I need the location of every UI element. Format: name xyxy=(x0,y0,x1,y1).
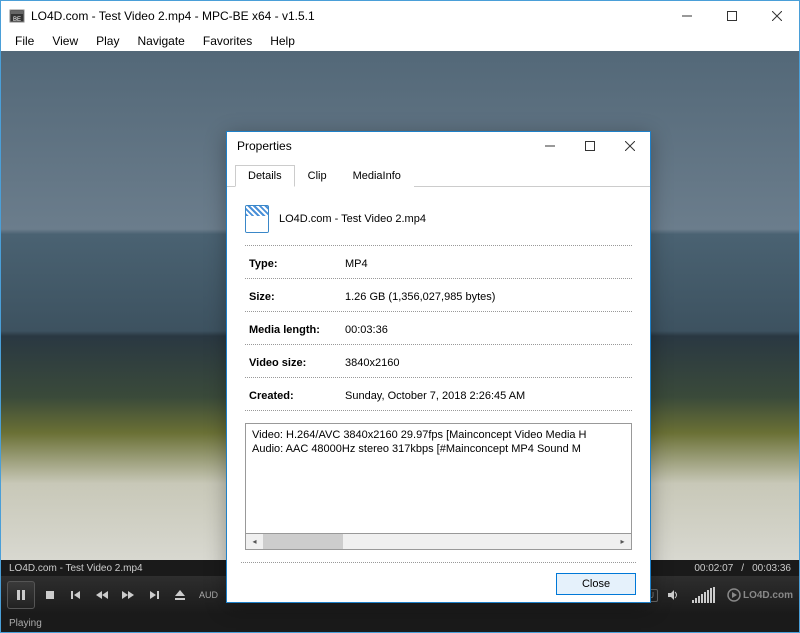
prop-value-size: 1.26 GB (1,356,027,985 bytes) xyxy=(341,285,632,309)
prop-value-video-size: 3840x2160 xyxy=(341,351,632,375)
tab-clip[interactable]: Clip xyxy=(295,165,340,187)
menu-navigate[interactable]: Navigate xyxy=(129,32,192,50)
window-title: LO4D.com - Test Video 2.mp4 - MPC-BE x64… xyxy=(31,9,664,23)
codec-horizontal-scrollbar[interactable]: ◂ ▸ xyxy=(245,533,632,550)
minimize-button[interactable] xyxy=(664,1,709,31)
skip-back-button[interactable] xyxy=(91,584,113,606)
dialog-titlebar[interactable]: Properties xyxy=(227,132,650,160)
codec-video-line: Video: H.264/AVC 3840x2160 29.97fps [Mai… xyxy=(250,428,627,442)
video-file-icon xyxy=(245,205,269,233)
playing-status: Playing xyxy=(9,618,42,629)
menu-view[interactable]: View xyxy=(44,32,86,50)
properties-dialog: Properties Details Clip MediaInfo LO4D.c… xyxy=(226,131,651,603)
dialog-close-ok-button[interactable]: Close xyxy=(556,573,636,595)
menu-play[interactable]: Play xyxy=(88,32,127,50)
dialog-maximize-button[interactable] xyxy=(570,132,610,160)
prop-row-media-length: Media length: 00:03:36 xyxy=(245,318,632,342)
next-button[interactable] xyxy=(143,584,165,606)
scroll-right-icon[interactable]: ▸ xyxy=(614,534,631,549)
menu-help[interactable]: Help xyxy=(262,32,303,50)
status-current-time: 00:02:07 xyxy=(694,563,733,574)
prop-label-video-size: Video size: xyxy=(245,351,341,375)
scroll-thumb[interactable] xyxy=(263,534,343,549)
scroll-left-icon[interactable]: ◂ xyxy=(246,534,263,549)
app-icon: BE xyxy=(9,8,25,24)
codec-audio-line: Audio: AAC 48000Hz stereo 317kbps [#Main… xyxy=(250,442,627,456)
dialog-filename: LO4D.com - Test Video 2.mp4 xyxy=(279,213,426,225)
menu-favorites[interactable]: Favorites xyxy=(195,32,260,50)
tab-details[interactable]: Details xyxy=(235,165,295,187)
lo4d-text: LO4D.com xyxy=(743,590,793,601)
speaker-icon[interactable] xyxy=(662,584,684,606)
close-button[interactable] xyxy=(754,1,799,31)
footer-status: Playing xyxy=(1,614,799,632)
divider xyxy=(245,245,632,246)
dialog-body: LO4D.com - Test Video 2.mp4 Type: MP4 Si… xyxy=(227,187,650,562)
maximize-button[interactable] xyxy=(709,1,754,31)
prop-value-media-length: 00:03:36 xyxy=(341,318,632,342)
svg-text:BE: BE xyxy=(13,17,21,23)
video-area[interactable]: Properties Details Clip MediaInfo LO4D.c… xyxy=(1,51,799,560)
menu-file[interactable]: File xyxy=(7,32,42,50)
menubar: File View Play Navigate Favorites Help xyxy=(1,31,799,51)
dialog-minimize-button[interactable] xyxy=(530,132,570,160)
dialog-title: Properties xyxy=(237,139,530,153)
dialog-tabs: Details Clip MediaInfo xyxy=(227,160,650,187)
prop-row-size: Size: 1.26 GB (1,356,027,985 bytes) xyxy=(245,285,632,309)
codec-info-box: Video: H.264/AVC 3840x2160 29.97fps [Mai… xyxy=(245,423,632,533)
prop-label-type: Type: xyxy=(245,252,341,276)
titlebar: BE LO4D.com - Test Video 2.mp4 - MPC-BE … xyxy=(1,1,799,31)
stop-button[interactable] xyxy=(39,584,61,606)
skip-forward-button[interactable] xyxy=(117,584,139,606)
prop-row-created: Created: Sunday, October 7, 2018 2:26:45… xyxy=(245,384,632,408)
tab-mediainfo[interactable]: MediaInfo xyxy=(340,165,414,187)
prop-label-media-length: Media length: xyxy=(245,318,341,342)
main-window: BE LO4D.com - Test Video 2.mp4 - MPC-BE … xyxy=(0,0,800,633)
prop-row-video-size: Video size: 3840x2160 xyxy=(245,351,632,375)
prev-button[interactable] xyxy=(65,584,87,606)
prop-row-type: Type: MP4 xyxy=(245,252,632,276)
window-controls xyxy=(664,1,799,31)
prop-label-created: Created: xyxy=(245,384,341,408)
volume-slider[interactable] xyxy=(692,587,715,603)
lo4d-logo: LO4D.com xyxy=(727,588,793,602)
properties-table: Type: MP4 xyxy=(245,252,632,276)
dialog-close-button[interactable] xyxy=(610,132,650,160)
file-header-row: LO4D.com - Test Video 2.mp4 xyxy=(245,199,632,243)
pause-button[interactable] xyxy=(7,581,35,609)
prop-label-size: Size: xyxy=(245,285,341,309)
status-total-time: 00:03:36 xyxy=(752,563,791,574)
aud-label[interactable]: AUD xyxy=(195,590,222,600)
eject-button[interactable] xyxy=(169,584,191,606)
prop-value-type: MP4 xyxy=(341,252,632,276)
prop-value-created: Sunday, October 7, 2018 2:26:45 AM xyxy=(341,384,632,408)
time-separator: / xyxy=(741,563,744,574)
dialog-footer: Close xyxy=(227,563,650,605)
